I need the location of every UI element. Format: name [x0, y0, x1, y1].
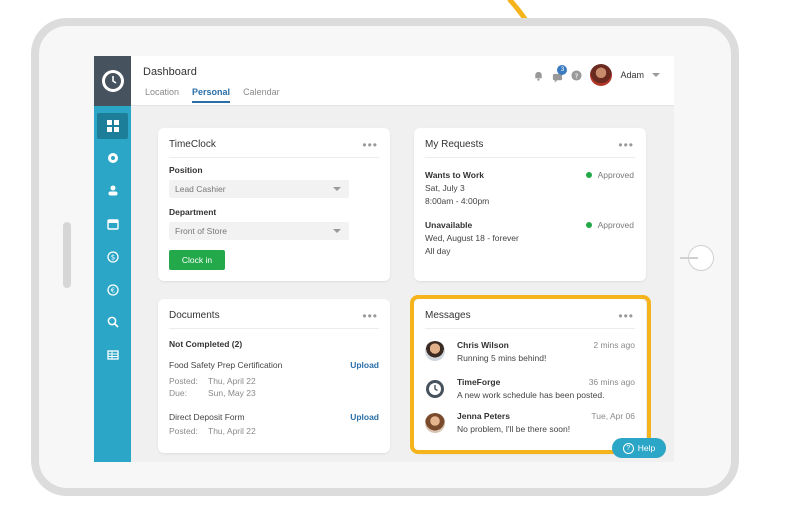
- request-type[interactable]: Wants to Work: [425, 170, 484, 180]
- status-badge: Approved: [585, 220, 634, 230]
- tab-calendar[interactable]: Calendar: [243, 87, 280, 103]
- department-select[interactable]: Front of Store: [169, 222, 349, 240]
- posted-label: Posted:: [169, 426, 198, 436]
- document-name: Food Safety Prep Certification: [169, 360, 283, 370]
- department-label: Department: [169, 207, 217, 217]
- tablet-side-button: [63, 222, 71, 288]
- tab-location[interactable]: Location: [145, 87, 179, 103]
- posted-date: Thu, April 22: [208, 376, 256, 386]
- status-dot: [585, 222, 592, 228]
- chevron-down-icon: [333, 187, 341, 191]
- card-title: Documents: [169, 310, 220, 321]
- svg-text:$: $: [110, 254, 114, 262]
- section-heading: Not Completed (2): [169, 339, 243, 349]
- sidebar-item-payroll[interactable]: $: [97, 244, 128, 270]
- help-icon[interactable]: ?: [571, 69, 583, 81]
- search-icon: [107, 316, 119, 328]
- svg-text:€: €: [110, 287, 114, 295]
- user-name[interactable]: Adam: [620, 70, 644, 80]
- request-time: 8:00am - 4:00pm: [425, 196, 490, 206]
- euro-icon: €: [106, 284, 119, 296]
- sidebar: $ €: [94, 56, 131, 462]
- chevron-down-icon[interactable]: [652, 71, 660, 79]
- clock-gear-icon: [101, 70, 124, 92]
- device-stage: $ € Dashboard Location Personal Calendar: [0, 0, 786, 526]
- top-actions: 3 ? Adam: [533, 64, 660, 86]
- app-logo[interactable]: [94, 56, 131, 106]
- posted-label: Posted:: [169, 376, 198, 386]
- divider: [425, 157, 635, 158]
- sidebar-item-dashboard[interactable]: [97, 113, 128, 139]
- request-date: Wed, August 18 - forever: [425, 233, 519, 243]
- requests-card: My Requests ••• Wants to Work Sat, July …: [414, 128, 646, 281]
- sidebar-item-search[interactable]: [97, 309, 128, 335]
- messages-highlight-frame: [410, 295, 651, 454]
- card-menu-button[interactable]: •••: [362, 309, 378, 323]
- help-label: Help: [637, 443, 656, 453]
- department-value: Front of Store: [175, 226, 227, 236]
- due-date: Sun, May 23: [208, 388, 256, 398]
- sidebar-item-currency[interactable]: €: [97, 277, 128, 303]
- clock-in-button[interactable]: Clock in: [169, 250, 225, 270]
- posted-date: Thu, April 22: [208, 426, 256, 436]
- status-text: Approved: [597, 220, 634, 230]
- request-time: All day: [425, 246, 451, 256]
- status-badge: Approved: [585, 170, 634, 180]
- position-label: Position: [169, 165, 203, 175]
- page-title: Dashboard: [143, 66, 197, 78]
- position-value: Lead Cashier: [175, 184, 226, 194]
- card-title: TimeClock: [169, 139, 216, 150]
- help-icon: ?: [622, 442, 634, 454]
- request-date: Sat, July 3: [425, 183, 465, 193]
- calendar-icon: [106, 219, 119, 230]
- top-bar: Dashboard Location Personal Calendar 3 ?…: [131, 56, 674, 106]
- sidebar-item-users[interactable]: [97, 177, 128, 203]
- card-menu-button[interactable]: •••: [362, 138, 378, 152]
- tab-personal[interactable]: Personal: [192, 87, 231, 103]
- dashboard-icon: [106, 120, 119, 132]
- divider: [169, 157, 379, 158]
- notification-badge: 3: [557, 64, 568, 75]
- messages-notification[interactable]: 3: [552, 64, 568, 83]
- tablet-home-button: [680, 245, 714, 271]
- dollar-icon: $: [106, 251, 119, 263]
- upload-button[interactable]: Upload: [350, 360, 379, 370]
- divider: [169, 328, 379, 329]
- table-icon: [106, 350, 119, 360]
- due-label: Due:: [169, 388, 187, 398]
- chevron-down-icon: [333, 229, 341, 233]
- card-menu-button[interactable]: •••: [618, 138, 634, 152]
- bell-icon[interactable]: [533, 70, 544, 81]
- timeclock-card: TimeClock ••• Position Lead Cashier Depa…: [158, 128, 390, 281]
- settings-icon: [107, 153, 118, 163]
- sidebar-item-settings[interactable]: [97, 145, 128, 171]
- tab-bar: Location Personal Calendar: [145, 87, 280, 103]
- svg-text:?: ?: [575, 71, 579, 80]
- position-select[interactable]: Lead Cashier: [169, 180, 349, 198]
- sidebar-item-calendar[interactable]: [97, 211, 128, 237]
- help-button[interactable]: ? Help: [612, 438, 666, 458]
- request-type[interactable]: Unavailable: [425, 220, 472, 230]
- user-avatar[interactable]: [590, 64, 613, 86]
- card-title: My Requests: [425, 139, 484, 150]
- status-text: Approved: [597, 170, 634, 180]
- document-name: Direct Deposit Form: [169, 412, 245, 422]
- documents-card: Documents ••• Not Completed (2) Food Saf…: [158, 299, 390, 453]
- users-icon: [108, 185, 117, 196]
- status-dot: [585, 172, 592, 178]
- upload-button[interactable]: Upload: [350, 412, 379, 422]
- sidebar-item-reports[interactable]: [97, 342, 128, 368]
